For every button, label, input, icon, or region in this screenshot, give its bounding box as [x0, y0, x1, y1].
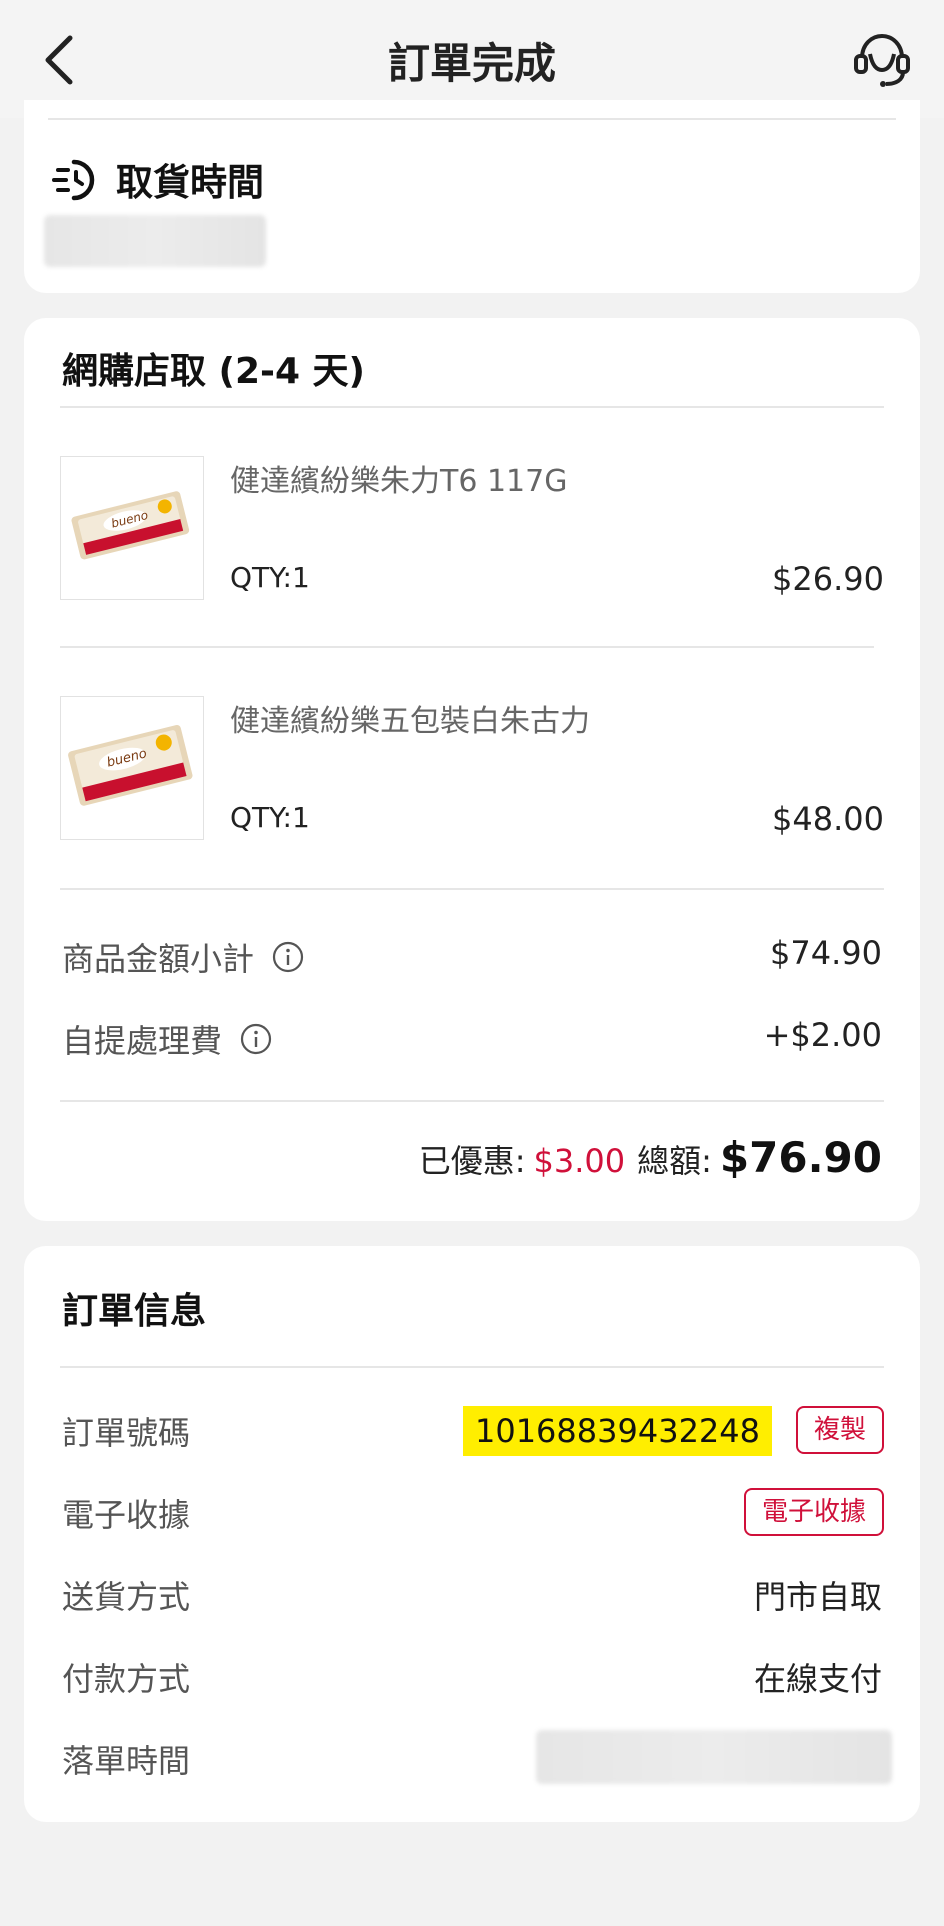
delivery-group-title: 網購店取 (2-4 天)	[62, 351, 366, 392]
payment-method-value: 在線支付	[753, 1660, 882, 1698]
product-thumbnail[interactable]: bueno	[60, 456, 204, 600]
total-label: 總額:	[637, 1142, 712, 1180]
pickup-time-card: 取貨時間	[24, 100, 920, 293]
order-total-row: 已優惠: $3.00 總額: $76.90	[419, 1133, 882, 1182]
product-name[interactable]: 健達繽紛樂朱力T6 117G	[230, 456, 567, 500]
info-icon[interactable]	[272, 941, 304, 973]
product-image: bueno	[68, 724, 193, 806]
product-qty: QTY:1	[230, 561, 310, 594]
divider	[60, 406, 884, 408]
divider	[60, 646, 874, 648]
order-time-label: 落單時間	[62, 1742, 191, 1780]
fast-clock-icon	[52, 159, 95, 201]
product-qty: QTY:1	[230, 801, 310, 834]
total-value: $76.90	[719, 1133, 882, 1182]
subtotal-value: $74.90	[770, 934, 882, 972]
handling-fee-row: 自提處理費	[62, 1016, 272, 1062]
order-time-value-redacted	[536, 1730, 892, 1784]
product-name[interactable]: 健達繽紛樂五包裝白朱古力	[230, 696, 590, 740]
subtotal-label: 商品金額小計	[62, 940, 255, 978]
order-number-value[interactable]: 10168839432248	[462, 1406, 772, 1456]
pickup-time-value-redacted	[44, 215, 266, 267]
handling-fee-value: +$2.00	[763, 1016, 882, 1054]
delivery-method-label: 送貨方式	[62, 1578, 191, 1616]
product-thumbnail[interactable]: bueno	[60, 696, 204, 840]
discount-value: $3.00	[533, 1142, 626, 1180]
divider	[60, 1100, 884, 1102]
divider	[60, 1366, 884, 1368]
receipt-label: 電子收據	[62, 1496, 191, 1534]
info-icon[interactable]	[240, 1023, 272, 1055]
delivery-method-value: 門市自取	[753, 1578, 882, 1616]
subtotal-row: 商品金額小計	[62, 934, 304, 980]
product-image: bueno	[71, 491, 190, 560]
order-info-card: 訂單信息 訂單號碼 10168839432248 複製 電子收據 電子收據 送貨…	[24, 1246, 920, 1822]
product-price: $48.00	[772, 800, 884, 838]
order-items-card: 網購店取 (2-4 天) bueno 健達繽紛樂朱力T6 117G QTY:1 …	[24, 318, 920, 1221]
discount-label: 已優惠:	[418, 1142, 526, 1180]
divider	[48, 118, 896, 120]
e-receipt-button[interactable]: 電子收據	[743, 1488, 884, 1536]
handling-fee-label: 自提處理費	[62, 1022, 223, 1060]
page-title: 訂單完成	[387, 39, 556, 88]
customer-service-icon[interactable]	[850, 28, 914, 92]
order-number-label: 訂單號碼	[62, 1414, 191, 1452]
product-price: $26.90	[772, 560, 884, 598]
copy-button[interactable]: 複製	[795, 1406, 884, 1454]
pickup-time-header: 取貨時間	[52, 152, 264, 206]
order-info-title: 訂單信息	[62, 1291, 207, 1332]
payment-method-label: 付款方式	[62, 1660, 191, 1698]
pickup-time-title: 取貨時間	[116, 161, 264, 204]
divider	[60, 888, 884, 890]
